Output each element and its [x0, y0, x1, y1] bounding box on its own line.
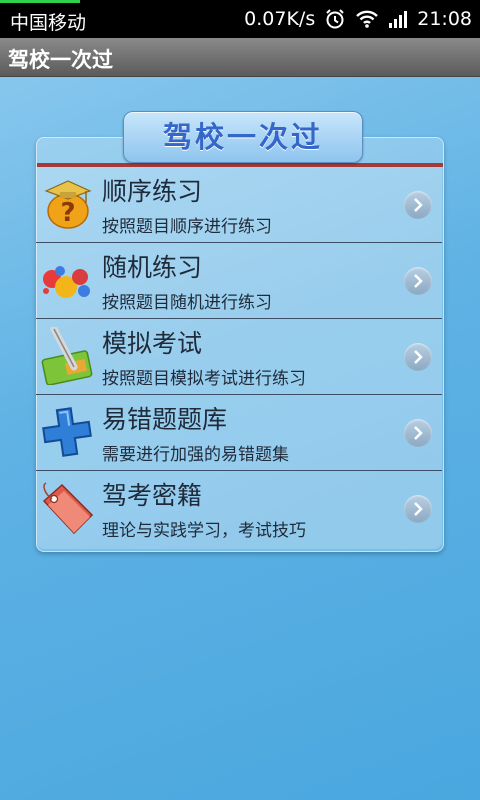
chevron-right-icon	[404, 419, 432, 447]
status-right-group: 0.07K/s 21:08	[244, 8, 472, 30]
menu-item-mock-exam[interactable]: 模拟考试 按照题目模拟考试进行练习	[36, 318, 442, 394]
menu-item-subtitle: 理论与实践学习，考试技巧	[102, 521, 306, 541]
tag-icon	[38, 479, 96, 537]
carrier-label: 中国移动	[10, 12, 87, 34]
menu-item-title: 易错题题库	[102, 405, 228, 434]
menu-item-subtitle: 按照题目随机进行练习	[102, 293, 272, 313]
menu-item-error-bank[interactable]: 易错题题库 需要进行加强的易错题集	[36, 394, 442, 470]
menu-item-title: 顺序练习	[102, 177, 203, 206]
menu-item-subtitle: 需要进行加强的易错题集	[102, 445, 289, 465]
chevron-right-icon	[404, 343, 432, 371]
signal-icon	[388, 10, 408, 28]
chevron-right-icon	[404, 267, 432, 295]
exam-pen-icon	[38, 325, 96, 386]
menu-item-title: 随机练习	[102, 253, 203, 282]
menu-item-random[interactable]: 随机练习 按照题目随机进行练习	[36, 242, 442, 318]
menu-item-sequential[interactable]: ? 顺序练习 按照题目顺序进行练习	[36, 167, 442, 242]
network-speed: 0.07K/s	[244, 8, 316, 30]
wifi-icon	[355, 9, 379, 29]
chevron-right-icon	[404, 191, 432, 219]
svg-text:?: ?	[60, 198, 75, 228]
menu-item-subtitle: 按照题目顺序进行练习	[102, 217, 272, 237]
clock-time: 21:08	[417, 8, 472, 30]
menu-item-title: 模拟考试	[102, 329, 203, 358]
app-title-bar: 驾校一次过	[0, 38, 480, 77]
random-blobs-icon	[38, 251, 96, 309]
chevron-right-icon	[404, 495, 432, 523]
status-progress-line	[0, 0, 80, 3]
plus-cross-icon	[38, 403, 96, 461]
app-title: 驾校一次过	[8, 48, 113, 72]
card-header-banner: 驾校一次过	[123, 111, 363, 163]
menu-item-secrets[interactable]: 驾考密籍 理论与实践学习，考试技巧	[36, 470, 442, 549]
status-bar: 中国移动 0.07K/s 21:08	[0, 0, 480, 38]
menu-item-subtitle: 按照题目模拟考试进行练习	[102, 369, 306, 389]
question-cap-icon: ?	[38, 175, 96, 233]
alarm-icon	[324, 8, 346, 30]
menu-item-title: 驾考密籍	[102, 481, 203, 510]
